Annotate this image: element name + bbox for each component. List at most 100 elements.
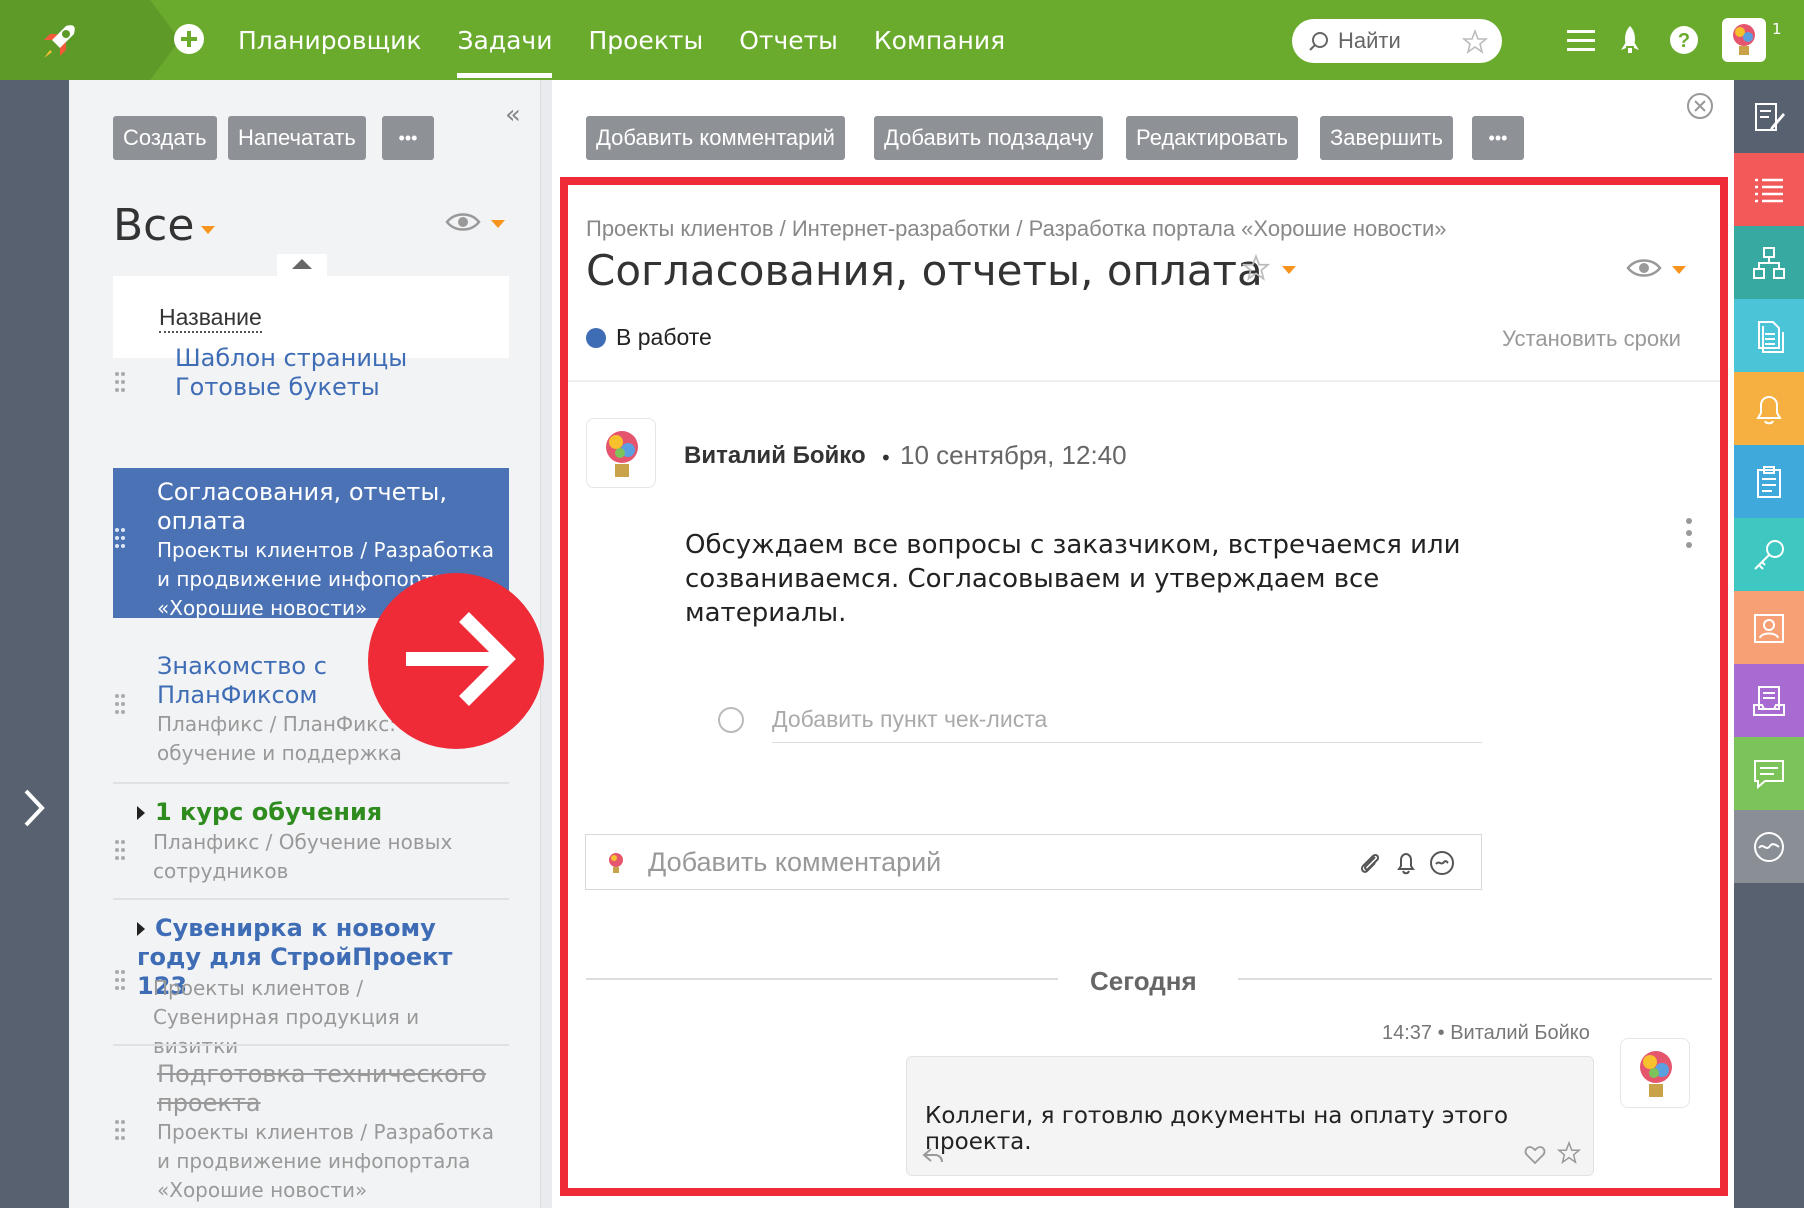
nav-item-company[interactable]: Компания: [856, 0, 1023, 80]
eye-icon[interactable]: [445, 210, 481, 234]
sidebar-item-access[interactable]: [1734, 518, 1804, 591]
task-title[interactable]: Шаблон страницы Готовые букеты: [175, 344, 435, 402]
drag-handle-icon[interactable]: [115, 840, 127, 864]
notification-badge: 1: [1772, 20, 1782, 38]
drag-handle-icon[interactable]: [115, 528, 127, 552]
list-item[interactable]: 1 курс обучения Планфикс / Обучение новы…: [113, 796, 509, 896]
create-button[interactable]: Создать: [113, 116, 217, 160]
add-subtask-button[interactable]: Добавить подзадачу: [874, 116, 1104, 160]
divider: [113, 1044, 509, 1046]
message-author[interactable]: Виталий Бойко: [1450, 1022, 1590, 1044]
hierarchy-icon: [1753, 246, 1785, 279]
expand-icon[interactable]: [137, 922, 145, 936]
contact-card-icon: [1754, 613, 1784, 643]
divider: [1238, 978, 1712, 980]
clipboard-icon: [1757, 465, 1781, 498]
filter-title[interactable]: Все: [113, 200, 194, 251]
nav-item-tasks[interactable]: Задачи: [439, 0, 570, 80]
sort-up-icon[interactable]: [277, 254, 327, 276]
list-item[interactable]: Сувенирка к новому году для СтройПроект …: [113, 912, 509, 1058]
checklist-input[interactable]: Добавить пункт чек-листа: [772, 706, 1047, 733]
sidebar-item-list[interactable]: [1734, 153, 1804, 226]
divider: [586, 978, 1058, 980]
eye-icon[interactable]: [1626, 256, 1662, 280]
nav-item-reports[interactable]: Отчеты: [721, 0, 856, 80]
avatar[interactable]: [1620, 1038, 1690, 1108]
star-icon[interactable]: [1462, 29, 1488, 55]
task-project: Планфикс / Обучение новых сотрудников: [153, 830, 453, 883]
drag-handle-icon[interactable]: [115, 970, 127, 994]
sidebar-item-chat[interactable]: [1734, 737, 1804, 810]
checklist-checkbox[interactable]: [718, 707, 744, 733]
chevron-right-icon[interactable]: [20, 787, 48, 829]
complete-button[interactable]: Завершить: [1320, 116, 1453, 160]
task-title[interactable]: 1 курс обучения: [137, 798, 497, 827]
avatar[interactable]: [1722, 18, 1766, 62]
filter-caret-icon[interactable]: [201, 226, 215, 234]
comment-input[interactable]: [648, 843, 1248, 881]
avatar[interactable]: [586, 418, 656, 488]
more-button[interactable]: •••: [1472, 116, 1524, 160]
smile-icon[interactable]: [1428, 849, 1456, 877]
list-icon: [1755, 178, 1783, 202]
star-icon[interactable]: [1557, 1141, 1581, 1165]
bell-icon: [1756, 395, 1782, 424]
attach-icon[interactable]: [1356, 849, 1384, 877]
sidebar-item-structure[interactable]: [1734, 226, 1804, 299]
more-button[interactable]: •••: [382, 116, 434, 160]
divider: [113, 782, 509, 784]
search-input[interactable]: Найти: [1292, 19, 1502, 63]
menu-icon[interactable]: [1563, 22, 1599, 58]
status-badge[interactable]: В работе: [616, 324, 712, 351]
eye-caret-icon[interactable]: [1672, 266, 1686, 274]
sidebar-item-inbox[interactable]: [1734, 664, 1804, 737]
list-item[interactable]: Шаблон страницы Готовые букеты: [113, 342, 509, 428]
title-caret-icon[interactable]: [1282, 266, 1296, 274]
task-title[interactable]: Согласования, отчеты, оплата: [157, 478, 447, 536]
day-separator: Сегодня: [1090, 966, 1197, 996]
task-title[interactable]: Знакомство с ПланФиксом: [157, 652, 357, 710]
sidebar-item-clipboard[interactable]: [1734, 445, 1804, 518]
set-deadlines-link[interactable]: Установить сроки: [1502, 326, 1681, 352]
task-title-text: 1 курс обучения: [155, 798, 383, 826]
print-button[interactable]: Напечатать: [228, 116, 366, 160]
bell-icon[interactable]: [1392, 849, 1420, 877]
sidebar-item-activity[interactable]: [1734, 810, 1804, 883]
collapse-icon[interactable]: «: [505, 100, 521, 130]
drag-handle-icon[interactable]: [115, 1120, 127, 1144]
post-date: 10 сентября, 12:40: [900, 440, 1127, 470]
reply-icon[interactable]: [921, 1143, 945, 1167]
post-author[interactable]: Виталий Бойко: [684, 442, 866, 470]
nav-item-planner[interactable]: Планировщик: [220, 0, 439, 80]
plus-icon[interactable]: [174, 24, 204, 54]
logo[interactable]: [0, 0, 180, 80]
edit-button[interactable]: Редактировать: [1126, 116, 1298, 160]
post-text: Обсуждаем все вопросы с заказчиком, встр…: [685, 530, 1461, 628]
nav-item-projects[interactable]: Проекты: [570, 0, 721, 80]
comment-box[interactable]: [585, 834, 1482, 890]
breadcrumb[interactable]: Проекты клиентов / Интернет-разработки /…: [586, 216, 1446, 242]
activity-icon: [1754, 831, 1784, 862]
list-item[interactable]: Подготовка технического проекта Проекты …: [113, 1058, 509, 1208]
sidebar-item-notifications[interactable]: [1734, 372, 1804, 445]
divider: [113, 898, 509, 900]
right-sidebar: [1734, 80, 1804, 1208]
sidebar-item-edit[interactable]: [1734, 80, 1804, 153]
top-bar: Планировщик Задачи Проекты Отчеты Компан…: [0, 0, 1804, 80]
expand-icon[interactable]: [137, 806, 145, 820]
sidebar-item-contacts[interactable]: [1734, 591, 1804, 664]
separator-dot: •: [880, 446, 892, 470]
eye-caret-icon[interactable]: [491, 220, 505, 228]
rocket-small-icon[interactable]: [1612, 22, 1648, 58]
help-icon[interactable]: ?: [1666, 22, 1702, 58]
close-icon[interactable]: [1686, 92, 1714, 120]
star-icon[interactable]: [1242, 254, 1270, 282]
search-placeholder: Найти: [1338, 28, 1401, 53]
drag-handle-icon[interactable]: [115, 694, 127, 718]
task-title[interactable]: Подготовка технического проекта: [157, 1060, 497, 1118]
heart-icon[interactable]: [1523, 1143, 1547, 1167]
drag-handle-icon[interactable]: [115, 372, 127, 396]
sidebar-item-documents[interactable]: [1734, 299, 1804, 372]
kebab-menu-icon[interactable]: [1685, 518, 1693, 548]
add-comment-button[interactable]: Добавить комментарий: [586, 116, 845, 160]
